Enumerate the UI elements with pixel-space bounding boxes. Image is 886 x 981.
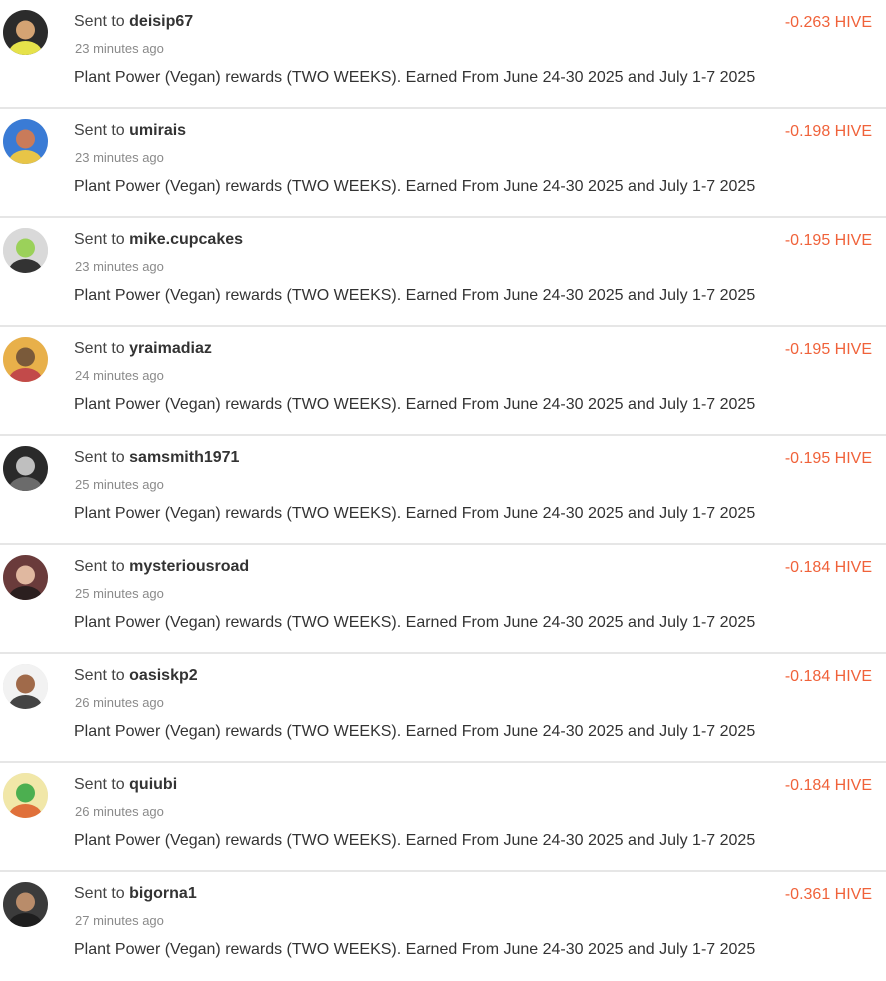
transfer-title: Sent to mysteriousroad bbox=[74, 557, 249, 577]
transfer-amount: -0.263 HIVE bbox=[784, 14, 872, 31]
recipient-link[interactable]: umirais bbox=[129, 122, 186, 139]
avatar-image bbox=[3, 882, 48, 927]
transfer-title: Sent to mike.cupcakes bbox=[74, 230, 243, 250]
avatar[interactable] bbox=[3, 228, 48, 273]
transfer-amount: -0.361 HIVE bbox=[784, 886, 872, 903]
sent-to-label: Sent to bbox=[74, 231, 125, 248]
avatar-image bbox=[3, 773, 48, 818]
transfer-title: Sent to yraimadiaz bbox=[74, 339, 212, 359]
transfer-row: Sent to deisip67 23 minutes ago Plant Po… bbox=[0, 0, 886, 109]
sent-to-label: Sent to bbox=[74, 122, 125, 139]
transfer-row: Sent to yraimadiaz 24 minutes ago Plant … bbox=[0, 327, 886, 436]
timestamp: 23 minutes ago bbox=[75, 259, 164, 274]
transfer-amount: -0.198 HIVE bbox=[784, 123, 872, 140]
avatar-image bbox=[3, 446, 48, 491]
avatar-image bbox=[3, 555, 48, 600]
transfer-row: Sent to bigorna1 27 minutes ago Plant Po… bbox=[0, 872, 886, 981]
transfer-title: Sent to bigorna1 bbox=[74, 884, 197, 904]
transfer-row: Sent to oasiskp2 26 minutes ago Plant Po… bbox=[0, 654, 886, 763]
avatar[interactable] bbox=[3, 555, 48, 600]
transfer-amount: -0.195 HIVE bbox=[784, 232, 872, 249]
recipient-link[interactable]: mike.cupcakes bbox=[129, 231, 243, 248]
avatar[interactable] bbox=[3, 10, 48, 55]
transfer-memo: Plant Power (Vegan) rewards (TWO WEEKS).… bbox=[74, 287, 756, 304]
timestamp: 26 minutes ago bbox=[75, 695, 164, 710]
recipient-link[interactable]: oasiskp2 bbox=[129, 667, 197, 684]
recipient-link[interactable]: mysteriousroad bbox=[129, 558, 249, 575]
avatar[interactable] bbox=[3, 773, 48, 818]
sent-to-label: Sent to bbox=[74, 13, 125, 30]
recipient-link[interactable]: samsmith1971 bbox=[129, 449, 239, 466]
sent-to-label: Sent to bbox=[74, 449, 125, 466]
timestamp: 23 minutes ago bbox=[75, 150, 164, 165]
timestamp: 26 minutes ago bbox=[75, 804, 164, 819]
avatar[interactable] bbox=[3, 337, 48, 382]
timestamp: 24 minutes ago bbox=[75, 368, 164, 383]
transfer-history-list: Sent to deisip67 23 minutes ago Plant Po… bbox=[0, 0, 886, 981]
sent-to-label: Sent to bbox=[74, 558, 125, 575]
sent-to-label: Sent to bbox=[74, 340, 125, 357]
timestamp: 27 minutes ago bbox=[75, 913, 164, 928]
avatar[interactable] bbox=[3, 446, 48, 491]
avatar-image bbox=[3, 10, 48, 55]
transfer-memo: Plant Power (Vegan) rewards (TWO WEEKS).… bbox=[74, 832, 756, 849]
transfer-amount: -0.184 HIVE bbox=[784, 559, 872, 576]
transfer-row: Sent to mike.cupcakes 23 minutes ago Pla… bbox=[0, 218, 886, 327]
transfer-memo: Plant Power (Vegan) rewards (TWO WEEKS).… bbox=[74, 178, 756, 195]
recipient-link[interactable]: yraimadiaz bbox=[129, 340, 212, 357]
sent-to-label: Sent to bbox=[74, 885, 125, 902]
transfer-title: Sent to samsmith1971 bbox=[74, 448, 239, 468]
avatar-image bbox=[3, 337, 48, 382]
transfer-amount: -0.195 HIVE bbox=[784, 341, 872, 358]
recipient-link[interactable]: deisip67 bbox=[129, 13, 193, 30]
sent-to-label: Sent to bbox=[74, 776, 125, 793]
recipient-link[interactable]: quiubi bbox=[129, 776, 177, 793]
transfer-amount: -0.184 HIVE bbox=[784, 777, 872, 794]
transfer-row: Sent to umirais 23 minutes ago Plant Pow… bbox=[0, 109, 886, 218]
timestamp: 23 minutes ago bbox=[75, 41, 164, 56]
transfer-row: Sent to quiubi 26 minutes ago Plant Powe… bbox=[0, 763, 886, 872]
transfer-row: Sent to samsmith1971 25 minutes ago Plan… bbox=[0, 436, 886, 545]
transfer-memo: Plant Power (Vegan) rewards (TWO WEEKS).… bbox=[74, 396, 756, 413]
avatar[interactable] bbox=[3, 664, 48, 709]
transfer-amount: -0.184 HIVE bbox=[784, 668, 872, 685]
avatar-image bbox=[3, 664, 48, 709]
transfer-memo: Plant Power (Vegan) rewards (TWO WEEKS).… bbox=[74, 723, 756, 740]
transfer-title: Sent to oasiskp2 bbox=[74, 666, 198, 686]
transfer-amount: -0.195 HIVE bbox=[784, 450, 872, 467]
transfer-memo: Plant Power (Vegan) rewards (TWO WEEKS).… bbox=[74, 505, 756, 522]
transfer-title: Sent to umirais bbox=[74, 121, 186, 141]
timestamp: 25 minutes ago bbox=[75, 477, 164, 492]
avatar-image bbox=[3, 228, 48, 273]
transfer-row: Sent to mysteriousroad 25 minutes ago Pl… bbox=[0, 545, 886, 654]
recipient-link[interactable]: bigorna1 bbox=[129, 885, 197, 902]
transfer-memo: Plant Power (Vegan) rewards (TWO WEEKS).… bbox=[74, 941, 756, 958]
timestamp: 25 minutes ago bbox=[75, 586, 164, 601]
avatar[interactable] bbox=[3, 882, 48, 927]
sent-to-label: Sent to bbox=[74, 667, 125, 684]
avatar-image bbox=[3, 119, 48, 164]
transfer-memo: Plant Power (Vegan) rewards (TWO WEEKS).… bbox=[74, 69, 756, 86]
transfer-title: Sent to quiubi bbox=[74, 775, 177, 795]
avatar[interactable] bbox=[3, 119, 48, 164]
transfer-memo: Plant Power (Vegan) rewards (TWO WEEKS).… bbox=[74, 614, 756, 631]
transfer-title: Sent to deisip67 bbox=[74, 12, 193, 32]
